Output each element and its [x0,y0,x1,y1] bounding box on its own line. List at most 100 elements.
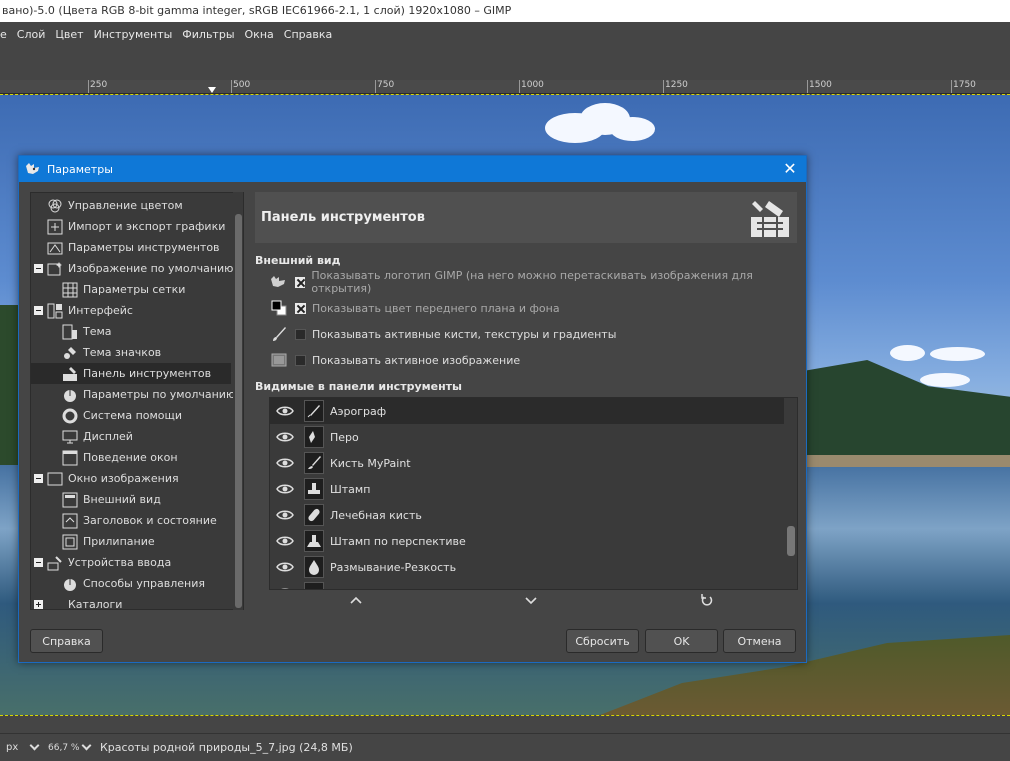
tree-item-label: Параметры по умолчанию [83,388,236,401]
gimp-wilber-icon [269,273,289,291]
tools-list-scrollbar[interactable] [784,398,797,589]
cancel-button[interactable]: Отмена [723,629,796,653]
ruler-tick [231,80,232,93]
cloud [610,117,655,141]
tree-item-label: Заголовок и состояние [83,514,217,527]
tree-item-icon-theme[interactable]: Тема значков [31,342,231,363]
menu-item-filters[interactable]: Фильтры [182,28,234,41]
tree-item-input-controllers[interactable]: Способы управления [31,573,231,594]
horizontal-ruler[interactable]: 250 500 750 1000 1250 1500 1750 [0,80,1010,94]
ruler-label: 1250 [665,80,688,90]
scrollbar-thumb[interactable] [235,214,242,608]
reset-button[interactable]: Сбросить [566,629,639,653]
option-show-fg-bg-color[interactable]: Показывать цвет переднего плана и фона [269,298,560,318]
ruler-label: 1750 [953,80,976,90]
eye-icon[interactable] [274,507,296,523]
tree-item-label: Панель инструментов [83,367,212,380]
unit-selector[interactable]: px [2,738,42,758]
tree-item-title-status[interactable]: Заголовок и состояние [31,510,231,531]
collapse-toggle[interactable] [34,558,43,567]
eye-icon[interactable] [274,455,296,471]
checkbox[interactable] [295,354,306,366]
tree-item-import-export[interactable]: Импорт и экспорт графики [31,216,231,237]
preferences-dialog: Параметры ✕ Управление цветом Импорт и э… [18,155,807,663]
checkbox[interactable] [295,328,306,340]
tool-row-airbrush[interactable]: Аэрограф [270,398,784,424]
tree-item-grid[interactable]: Параметры сетки [31,279,231,300]
tree-item-toolbox[interactable]: Панель инструментов [31,363,231,384]
collapse-toggle[interactable] [34,306,43,315]
dialog-titlebar[interactable]: Параметры ✕ [19,156,806,182]
toolbox-large-icon [751,201,789,237]
preferences-tree[interactable]: Управление цветом Импорт и экспорт графи… [30,192,244,610]
option-show-active-image[interactable]: Показывать активное изображение [269,350,520,370]
menu-item-layer[interactable]: Слой [17,28,46,41]
checkbox[interactable] [294,276,306,288]
tool-row-clone[interactable]: Штамп [270,476,784,502]
visible-tools-list[interactable]: Аэрограф Перо Кисть MyPaint Штамп Лечебн… [269,397,798,590]
menu-item-tools[interactable]: Инструменты [94,28,173,41]
tree-item-help-system[interactable]: Система помощи [31,405,231,426]
tool-row-blur-sharpen[interactable]: Размывание-Резкость [270,554,784,580]
tree-item-color-management[interactable]: Управление цветом [31,195,231,216]
option-show-brushes-patterns[interactable]: Показывать активные кисти, текстуры и гр… [269,324,616,344]
tool-row-ink[interactable]: Перо [270,424,784,450]
display-icon [62,429,78,445]
collapse-toggle[interactable] [34,474,43,483]
ruler-pointer-marker [208,87,216,93]
tree-item-tool-options[interactable]: Параметры инструментов [31,237,231,258]
tool-label: Штамп по перспективе [330,534,466,548]
tree-item-window-behavior[interactable]: Поведение окон [31,447,231,468]
blur-drop-icon [304,556,324,578]
appearance-icon [62,492,78,508]
dialog-title: Параметры [47,162,113,176]
collapse-toggle[interactable] [34,264,43,273]
tool-label: Лечебная кисть [330,508,422,522]
menu-item-windows[interactable]: Окна [245,28,274,41]
toolbox-icon [62,366,78,382]
ruler-tick [951,80,952,93]
eye-icon[interactable] [274,403,296,419]
zoom-selector[interactable]: 66,7 % [44,738,94,758]
tree-item-theme[interactable]: Тема [31,321,231,342]
eye-icon[interactable] [274,585,296,589]
tree-item-snapping[interactable]: Прилипание [31,531,231,552]
ok-button[interactable]: OK [645,629,718,653]
ruler-label: 500 [233,80,251,90]
reset-list-icon[interactable] [699,593,715,607]
menu-item-help[interactable]: Справка [284,28,332,41]
scrollbar-thumb[interactable] [787,526,795,556]
option-show-gimp-logo[interactable]: Показывать логотип GIMP (на него можно п… [269,269,806,295]
tool-row-mypaint-brush[interactable]: Кисть MyPaint [270,450,784,476]
folders-icon [47,597,63,610]
tree-item-default-params[interactable]: Параметры по умолчанию [31,384,235,405]
tree-item-appearance[interactable]: Внешний вид [31,489,231,510]
tree-item-input-devices[interactable]: Устройства ввода [31,552,231,573]
eye-icon[interactable] [274,429,296,445]
tool-row-heal[interactable]: Лечебная кисть [270,502,784,528]
tree-item-image-window[interactable]: Окно изображения [31,468,231,489]
option-label: Показывать активные кисти, текстуры и гр… [312,327,617,341]
tree-item-interface[interactable]: Интерфейс [31,300,231,321]
tree-item-display[interactable]: Дисплей [31,426,231,447]
move-down-icon[interactable] [523,593,539,607]
menu-item-edit[interactable]: е [0,28,7,41]
ruler-label: 1500 [809,80,832,90]
help-button[interactable]: Справка [30,629,103,653]
eye-icon[interactable] [274,533,296,549]
eye-icon[interactable] [274,559,296,575]
tool-row-partial[interactable] [270,580,784,589]
move-up-icon[interactable] [348,593,364,607]
checkbox[interactable] [295,302,306,314]
tool-row-perspective-clone[interactable]: Штамп по перспективе [270,528,784,554]
menu-item-colors[interactable]: Цвет [55,28,83,41]
tree-item-default-image[interactable]: Изображение по умолчанию [31,258,233,279]
eye-icon[interactable] [274,481,296,497]
close-icon[interactable]: ✕ [780,159,800,179]
tree-item-label: Устройства ввода [68,556,172,569]
tree-item-folders[interactable]: Каталоги [31,594,231,610]
tree-scrollbar[interactable] [233,192,243,610]
expand-toggle[interactable] [34,600,43,609]
status-file-info: Красоты родной природы_5_7.jpg (24,8 МБ) [100,741,353,754]
tree-item-label: Поведение окон [83,451,178,464]
